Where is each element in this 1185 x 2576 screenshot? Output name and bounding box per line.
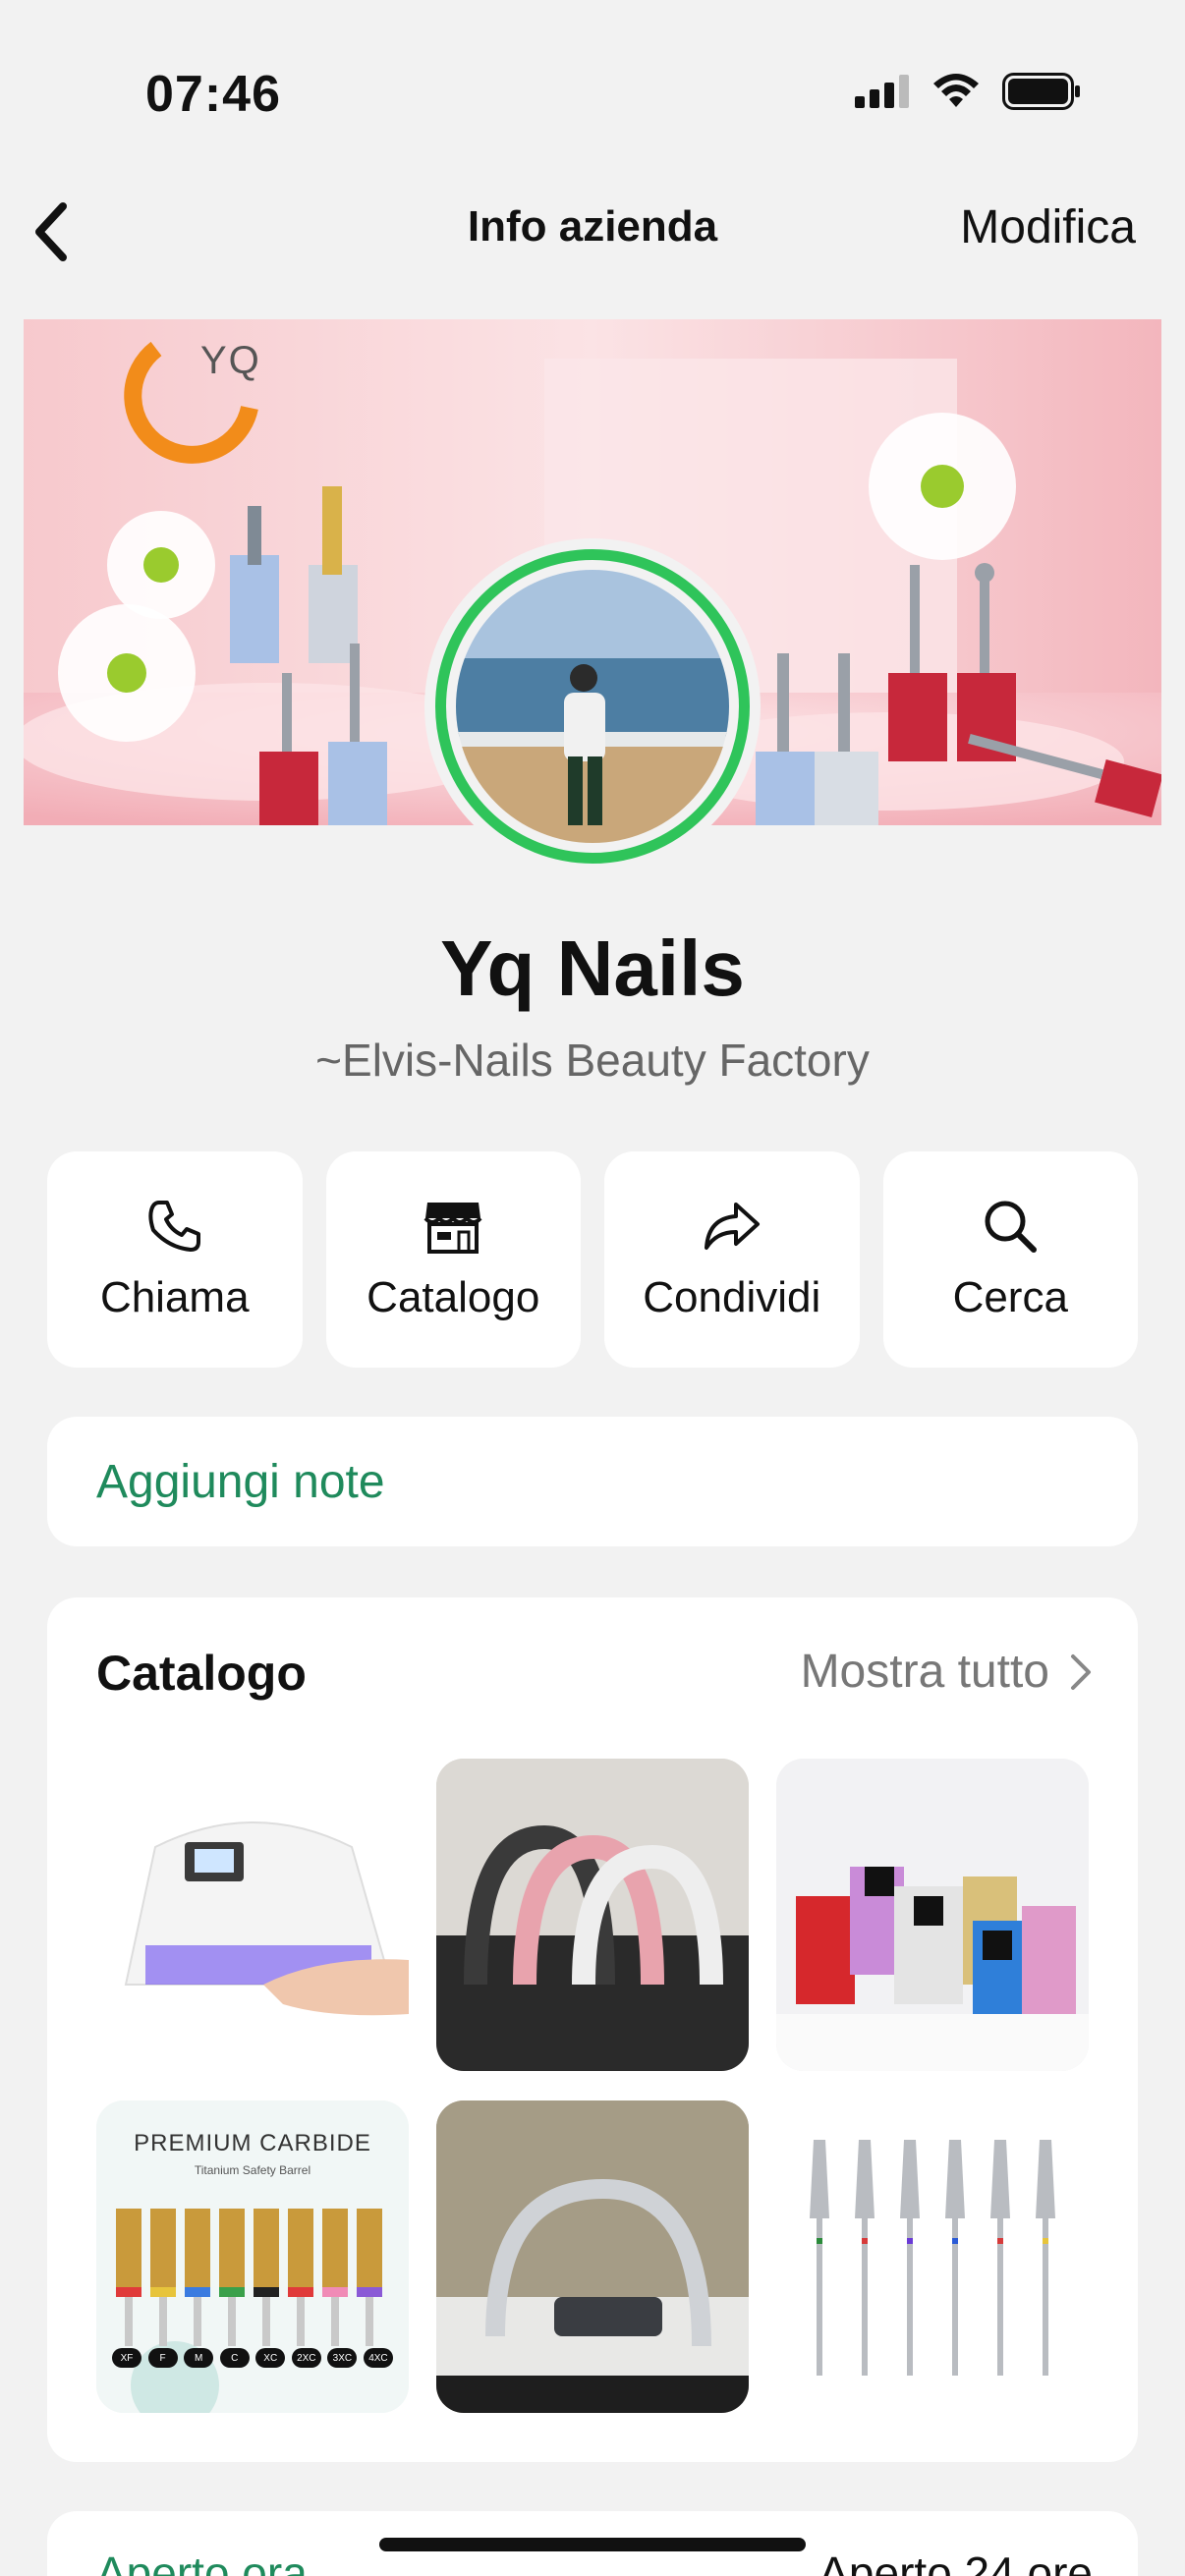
- catalog-button[interactable]: Catalogo: [325, 1151, 581, 1368]
- bit-label: 4XC: [363, 2348, 393, 2368]
- bit-label: XF: [112, 2348, 141, 2368]
- open-now-label: Aperto ora: [96, 2548, 308, 2576]
- catalog-label: Catalogo: [367, 1273, 540, 1321]
- show-all-link[interactable]: Mostra tutto: [801, 1645, 1093, 1699]
- add-notes-button[interactable]: Aggiungi note: [47, 1417, 1138, 1546]
- catalog-item-uv-lamp[interactable]: [96, 1759, 409, 2071]
- bit-label: F: [147, 2348, 178, 2368]
- carbide-bit-labels: XF F M C XC 2XC 3XC 4XC: [112, 2348, 393, 2368]
- action-row: Chiama Catalogo Condividi Cerca: [47, 1151, 1138, 1368]
- home-indicator[interactable]: [379, 2538, 806, 2551]
- bit-label: C: [219, 2348, 250, 2368]
- avatar[interactable]: [435, 549, 750, 864]
- bit-label: 3XC: [327, 2348, 358, 2368]
- share-label: Condividi: [643, 1273, 821, 1321]
- status-time: 07:46: [145, 66, 281, 123]
- bit-label: 2XC: [291, 2348, 321, 2368]
- carbide-caption: PREMIUM CARBIDE: [134, 2130, 371, 2156]
- share-button[interactable]: Condividi: [604, 1151, 860, 1368]
- opening-hours-value: Aperto 24 ore: [818, 2548, 1093, 2576]
- store-icon: [423, 1203, 482, 1254]
- status-icons: [855, 73, 1081, 110]
- call-button[interactable]: Chiama: [47, 1151, 303, 1368]
- catalog-title: Catalogo: [96, 1646, 307, 1701]
- carbide-sub-caption: Titanium Safety Barrel: [194, 2163, 311, 2177]
- search-button[interactable]: Cerca: [882, 1151, 1138, 1368]
- call-label: Chiama: [99, 1273, 250, 1321]
- business-name: Yq Nails: [440, 924, 745, 1012]
- share-icon: [704, 1203, 760, 1250]
- catalog-item-carbide-bits[interactable]: PREMIUM CARBIDE Titanium Safety Barrel X…: [96, 2100, 409, 2413]
- catalog-item-drill-bits-set[interactable]: [776, 2100, 1089, 2413]
- search-icon: [985, 1201, 1038, 1253]
- catalog-item-desk-lamp[interactable]: [436, 2100, 749, 2413]
- catalog-section: Catalogo Mostra tutto PREMIUM CARBIDE Ti…: [47, 1597, 1138, 2462]
- bit-label: M: [184, 2348, 214, 2368]
- business-subtitle: ~Elvis-Nails Beauty Factory: [315, 1035, 870, 1086]
- catalog-item-nail-drills[interactable]: [776, 1759, 1089, 2071]
- catalog-item-arch-lamps[interactable]: [436, 1759, 749, 2071]
- edit-button[interactable]: Modifica: [960, 200, 1136, 254]
- battery-icon: [1002, 73, 1080, 110]
- add-notes-label: Aggiungi note: [96, 1455, 385, 1508]
- cover-logo-text: YQ: [200, 339, 261, 382]
- bit-label: XC: [255, 2348, 286, 2368]
- search-label: Cerca: [952, 1273, 1068, 1321]
- chevron-right-icon: [1071, 1653, 1091, 1690]
- wifi-icon: [933, 74, 979, 107]
- show-all-label: Mostra tutto: [800, 1646, 1049, 1698]
- signal-icon: [855, 75, 909, 108]
- phone-icon: [148, 1201, 200, 1252]
